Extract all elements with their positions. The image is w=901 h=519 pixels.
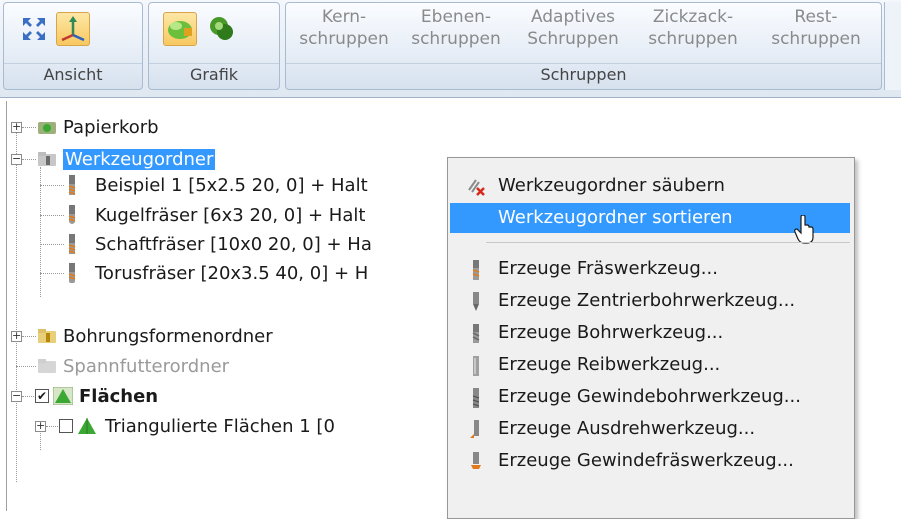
fit-view-icon (23, 18, 45, 40)
tree-item-label: Schaftfräser [10x0 20, 0] + Ha (95, 233, 372, 255)
holder-folder-icon (38, 359, 56, 373)
menu-item-label: Erzeuge Reibwerkzeug... (498, 354, 721, 375)
menu-item-werkzeugordner-sortieren[interactable]: Werkzeugordner sortieren (450, 203, 850, 244)
ribbon-group-ansicht: Ansicht (3, 2, 143, 90)
tree-item-label: Werkzeugordner (63, 148, 216, 170)
tool-folder-icon (38, 152, 56, 166)
ball-mill-icon (68, 205, 76, 224)
tree-item-label: Papierkorb (63, 116, 159, 138)
ribbon: Ansicht Grafik Kern- schruppen Ebenen- s… (0, 0, 901, 98)
tree-item-label: Bohrungsformenordner (63, 325, 273, 347)
mouse-cursor-icon (794, 215, 814, 244)
ribbon-group-label: Grafik (149, 63, 279, 86)
collapse-toggle[interactable]: − (11, 390, 22, 402)
surface-icon (53, 387, 73, 405)
tree-item-label: Kugelfräser [6x3 20, 0] + Halt (95, 204, 366, 226)
tree-item-label: Triangulierte Flächen 1 [0 (105, 415, 335, 437)
ribbon-group-schruppen: Kern- schruppen Ebenen- schruppen Adapti… (285, 2, 882, 90)
shaded-model-button[interactable] (163, 12, 197, 46)
ribbon-group-grafik: Grafik (148, 2, 280, 90)
ribbon-group-label: Ansicht (4, 63, 142, 86)
hole-feature-folder-icon (38, 329, 56, 343)
ribbon-group-label: Schruppen (286, 63, 881, 86)
tree-item-tool[interactable]: Schaftfräser [10x0 20, 0] + Ha (65, 231, 372, 257)
wireframe-model-icon (210, 17, 233, 40)
menu-item-label: Werkzeugordner sortieren (498, 207, 733, 228)
restschruppen-button[interactable]: Rest- schruppen (756, 6, 876, 50)
expand-toggle[interactable]: + (35, 420, 46, 432)
fit-view-button[interactable] (17, 12, 51, 46)
tree-item-label: Flächen (79, 385, 159, 407)
torus-mill-icon (68, 263, 76, 283)
menu-item-erzeuge-zentrierbohrwerkzeug[interactable]: Erzeuge Zentrierbohrwerkzeug... (450, 286, 850, 316)
ebenenschruppen-button[interactable]: Ebenen- schruppen (402, 6, 510, 50)
tree-item-tool[interactable]: Torusfräser [20x3.5 40, 0] + H (65, 260, 368, 286)
menu-item-label: Werkzeugordner säubern (498, 175, 725, 196)
menu-item-label: Erzeuge Gewindebohrwerkzeug... (498, 386, 801, 407)
menu-item-label: Erzeuge Bohrwerkzeug... (498, 322, 724, 343)
tree-item-werkzeugordner[interactable]: Werkzeugordner (37, 146, 216, 172)
boring-bar-icon (470, 420, 479, 438)
axis-view-icon (61, 16, 85, 42)
triangulated-surface-icon (78, 418, 96, 434)
expand-toggle[interactable]: + (11, 330, 22, 342)
expand-toggle[interactable]: + (11, 121, 22, 133)
menu-item-label: Erzeuge Gewindefräswerkzeug... (498, 450, 794, 471)
menu-item-label: Erzeuge Ausdrehwerkzeug... (498, 418, 756, 439)
tree-item-tool[interactable]: Kugelfräser [6x3 20, 0] + Halt (65, 202, 365, 228)
collapse-toggle[interactable]: − (11, 153, 22, 165)
tree-item-tool[interactable]: Beispiel 1 [5x2.5 20, 0] + Halt (65, 172, 368, 198)
menu-separator (486, 242, 850, 243)
clean-icon (468, 179, 485, 196)
visibility-checkbox[interactable]: ✔ (35, 389, 49, 403)
menu-item-erzeuge-gewindefraeswerkzeug[interactable]: Erzeuge Gewindefräswerkzeug... (450, 446, 850, 476)
reamer-icon (473, 356, 479, 376)
tree-item-label: Torusfräser [20x3.5 40, 0] + H (95, 262, 369, 284)
adaptives-schruppen-button[interactable]: Adaptives Schruppen (517, 6, 629, 50)
shaded-model-icon (168, 21, 192, 39)
recycle-bin-icon (38, 122, 56, 134)
menu-item-label: Erzeuge Zentrierbohrwerkzeug... (498, 290, 796, 311)
spot-drill-icon (473, 292, 479, 311)
menu-item-werkzeugordner-saeubern[interactable]: Werkzeugordner säubern (450, 171, 850, 201)
tree-item-label: Beispiel 1 [5x2.5 20, 0] + Halt (95, 174, 368, 196)
end-mill-icon (472, 260, 480, 280)
tap-icon (472, 388, 480, 408)
wireframe-model-button[interactable] (205, 12, 239, 46)
context-menu: Werkzeugordner säubern Werkzeugordner so… (447, 157, 855, 519)
menu-item-erzeuge-bohrwerkzeug[interactable]: Erzeuge Bohrwerkzeug... (450, 318, 850, 348)
menu-item-erzeuge-ausdrehwerkzeug[interactable]: Erzeuge Ausdrehwerkzeug... (450, 414, 850, 444)
thread-mill-icon (471, 452, 481, 469)
tree-item-bohrungsformenordner[interactable]: Bohrungsformenordner (37, 323, 273, 349)
tree-item-triangulierte-flaechen[interactable]: Triangulierte Flächen 1 [0 (59, 413, 335, 439)
visibility-checkbox[interactable] (59, 419, 73, 433)
zickzackschruppen-button[interactable]: Zickzack- schruppen (637, 6, 749, 50)
tree-item-papierkorb[interactable]: Papierkorb (37, 114, 159, 140)
end-mill-icon (68, 175, 76, 195)
ribbon-overflow-edge (884, 2, 901, 90)
menu-item-label: Erzeuge Fräswerkzeug... (498, 258, 718, 279)
menu-item-erzeuge-reibwerkzeug[interactable]: Erzeuge Reibwerkzeug... (450, 350, 850, 380)
axis-view-button[interactable] (56, 12, 90, 46)
menu-item-erzeuge-gewindebohrwerkzeug[interactable]: Erzeuge Gewindebohrwerkzeug... (450, 382, 850, 412)
tree-item-flaechen[interactable]: ✔ Flächen (35, 383, 158, 409)
drill-icon (472, 324, 480, 343)
menu-item-erzeuge-fraeswerkzeug[interactable]: Erzeuge Fräswerkzeug... (450, 254, 850, 284)
tree-item-label: Spannfutterordner (63, 355, 230, 377)
end-mill-icon (68, 234, 76, 254)
tree-item-spannfutterordner[interactable]: Spannfutterordner (37, 353, 229, 379)
kernschruppen-button[interactable]: Kern- schruppen (290, 6, 398, 50)
